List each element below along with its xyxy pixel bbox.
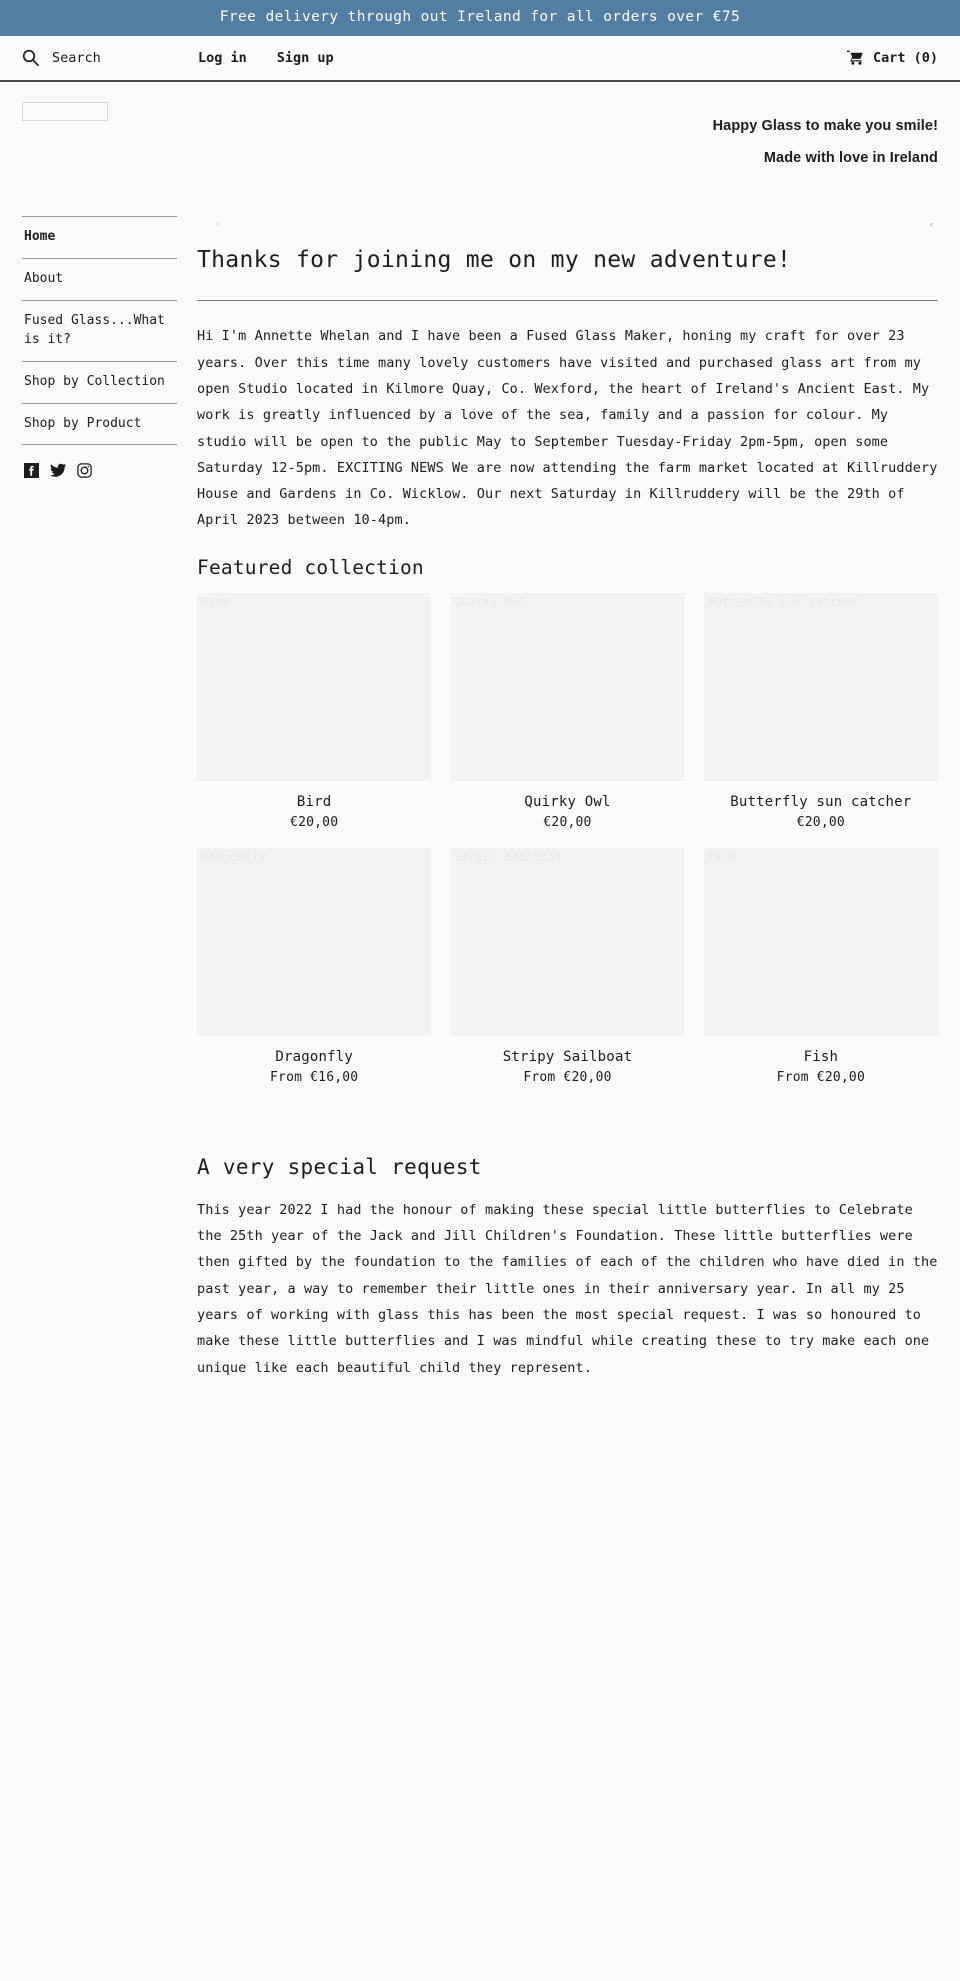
search-control[interactable]: Search	[22, 49, 162, 67]
signup-link[interactable]: Sign up	[277, 50, 334, 66]
tagline-secondary: Made with love in Ireland	[763, 150, 938, 167]
product-thumbnail: Butterfly sun catcher	[703, 592, 938, 781]
product-card[interactable]: Dragonfly Dragonfly From €16,00	[197, 847, 432, 1085]
product-thumbnail: Dragonfly	[197, 847, 432, 1036]
product-card[interactable]: Stripy Sailboat Stripy Sailboat From €20…	[450, 847, 685, 1085]
sidebar-item-shop-by-product[interactable]: Shop by Product	[22, 404, 177, 446]
product-image-alt: Stripy Sailboat	[454, 849, 563, 864]
product-card[interactable]: Fish Fish From €20,00	[703, 847, 938, 1085]
facebook-icon[interactable]	[24, 463, 39, 479]
instagram-icon[interactable]	[77, 463, 92, 479]
product-price: €20,00	[290, 814, 339, 830]
featured-collection-title: Featured collection	[197, 555, 424, 579]
login-link[interactable]: Log in	[198, 50, 247, 66]
announcement-bar: Free delivery through out Ireland for al…	[0, 0, 960, 37]
slideshow-prev-arrow-icon[interactable]: ‹	[215, 220, 220, 230]
sidebar: Home About Fused Glass...What is it? Sho…	[22, 200, 177, 479]
product-image-alt: Butterfly sun catcher	[707, 594, 860, 609]
product-image-alt: Dragonfly	[201, 849, 267, 864]
search-icon[interactable]	[22, 49, 39, 67]
product-name: Quirky Owl	[524, 793, 611, 810]
product-name: Fish	[803, 1048, 839, 1065]
product-price: From €16,00	[270, 1069, 359, 1085]
social-links	[22, 445, 177, 479]
product-image-alt: Bird	[201, 594, 230, 609]
masthead: Happy Glass to make you smile! Made with…	[0, 82, 960, 200]
product-grid-row-1: Bird Bird €20,00 Quirky Owl Quirky Owl €…	[197, 592, 938, 830]
product-price: From €20,00	[776, 1069, 865, 1085]
utility-bar: Search Log in Sign up Cart (0)	[0, 36, 960, 83]
main-content: ‹ ‹ Thanks for joining me on my new adve…	[177, 200, 938, 1981]
product-image-alt: Fish	[707, 849, 737, 864]
special-request-title: A very special request	[197, 1154, 482, 1179]
sidebar-item-home[interactable]: Home	[22, 217, 177, 260]
product-thumbnail: Bird	[197, 592, 432, 781]
intro-paragraph: Hi I'm Annette Whelan and I have been a …	[197, 328, 938, 529]
special-request-paragraph: This year 2022 I had the honour of makin…	[197, 1201, 938, 1376]
product-name: Stripy Sailboat	[502, 1048, 633, 1065]
product-image-alt: Quirky Owl	[454, 594, 527, 609]
product-price: €20,00	[543, 814, 592, 830]
title-divider	[197, 300, 938, 302]
page-body: Home About Fused Glass...What is it? Sho…	[0, 200, 960, 1981]
product-name: Bird	[296, 793, 332, 810]
taglines: Happy Glass to make you smile! Made with…	[713, 102, 938, 166]
product-card[interactable]: Quirky Owl Quirky Owl €20,00	[450, 592, 685, 830]
cart-label: Cart (0)	[872, 49, 938, 66]
sidebar-item-fused-glass[interactable]: Fused Glass...What is it?	[22, 301, 177, 362]
product-grid-row-2: Dragonfly Dragonfly From €16,00 Stripy S…	[197, 847, 938, 1085]
product-name: Butterfly sun catcher	[730, 793, 912, 810]
sidebar-item-shop-by-collection[interactable]: Shop by Collection	[22, 362, 177, 404]
product-thumbnail: Fish	[703, 847, 938, 1036]
search-label[interactable]: Search	[52, 50, 101, 66]
tagline-primary: Happy Glass to make you smile!	[712, 118, 938, 135]
product-card[interactable]: Bird Bird €20,00	[197, 592, 432, 830]
sidebar-nav: Home About Fused Glass...What is it? Sho…	[22, 216, 177, 446]
twitter-icon[interactable]	[50, 463, 66, 478]
product-name: Dragonfly	[275, 1048, 353, 1065]
slideshow-controls: ‹ ‹	[197, 216, 938, 240]
page-title: Thanks for joining me on my new adventur…	[197, 247, 792, 274]
special-request-section: A very special request This year 2022 I …	[197, 1155, 938, 1381]
product-card[interactable]: Butterfly sun catcher Butterfly sun catc…	[703, 592, 938, 830]
sidebar-item-about[interactable]: About	[22, 259, 177, 302]
page-bottom-spacer	[197, 1381, 938, 1981]
announcement-text: Free delivery through out Ireland for al…	[219, 9, 741, 25]
product-price: From €20,00	[523, 1069, 612, 1085]
cart-link[interactable]: Cart (0)	[846, 49, 938, 66]
product-thumbnail: Stripy Sailboat	[450, 847, 685, 1036]
product-price: €20,00	[796, 814, 845, 830]
auth-links: Log in Sign up	[198, 50, 334, 66]
slideshow-next-arrow-icon[interactable]: ‹	[929, 220, 934, 230]
site-logo[interactable]	[22, 102, 108, 122]
shopping-cart-icon	[846, 50, 864, 66]
product-thumbnail: Quirky Owl	[450, 592, 685, 781]
